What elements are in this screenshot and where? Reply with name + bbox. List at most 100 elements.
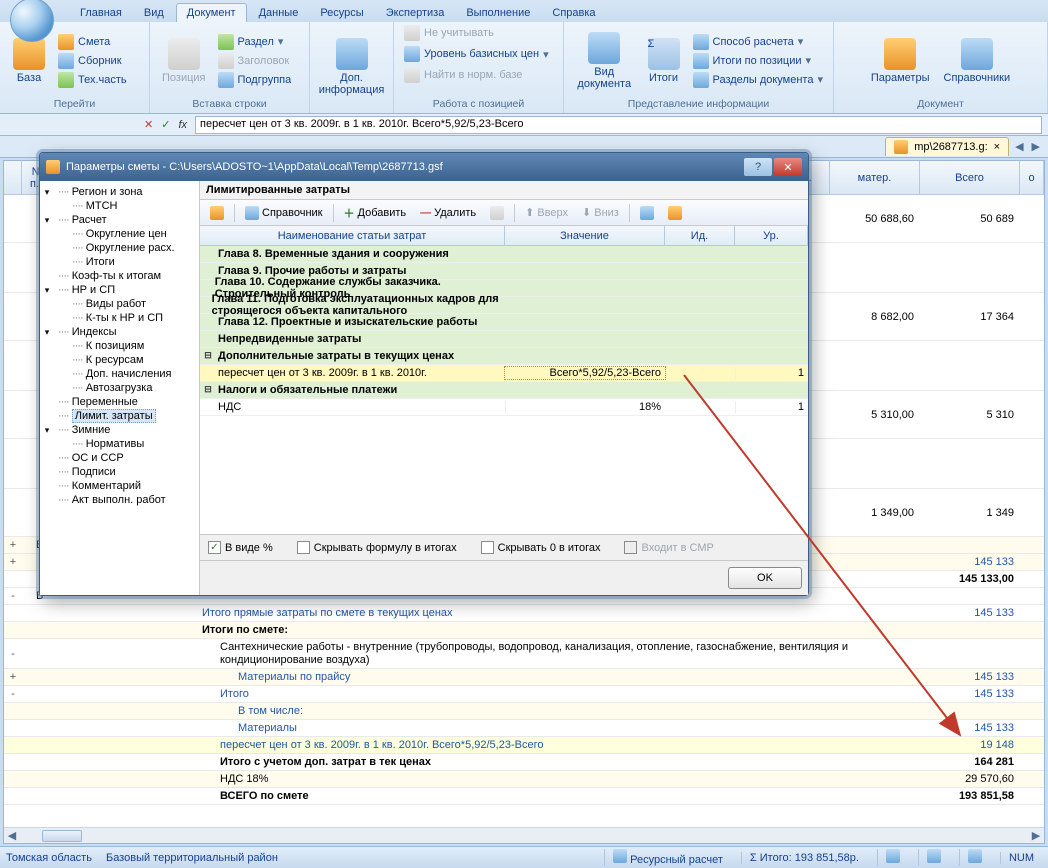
itogi-button[interactable]: ΣИтоги (641, 24, 687, 97)
viddoc-button[interactable]: Вид документа (570, 24, 639, 97)
grid-body[interactable]: Глава 8. Временные здания и сооружения Гл… (200, 246, 808, 534)
doc-tab-close-icon[interactable]: × (994, 141, 1000, 153)
params-button[interactable]: Параметры (865, 24, 936, 97)
grid-row[interactable]: пересчет цен от 3 кв. 2009г. в 1 кв. 201… (200, 365, 808, 382)
tree-node[interactable]: ···· Переменные (42, 395, 195, 409)
tab-expertise[interactable]: Экспертиза (376, 4, 455, 22)
neuchit-button[interactable]: Не учитывать (400, 24, 553, 42)
app-orb[interactable] (10, 0, 54, 42)
sbornik-button[interactable]: Сборник (54, 52, 131, 70)
grid-row[interactable]: Глава 8. Временные здания и сооружения (200, 246, 808, 263)
tree-node[interactable]: ···· МТСН (42, 199, 195, 213)
tree-node[interactable]: ···· Округление расх. (42, 241, 195, 255)
tree-node[interactable]: ▾···· Регион и зона (42, 185, 195, 199)
rdoc-button[interactable]: Разделы документа▾ (689, 71, 828, 89)
tree-node[interactable]: ···· Коэф-ты к итогам (42, 269, 195, 283)
sb-icon2[interactable] (927, 849, 941, 863)
tree-node[interactable]: ···· Нормативы (42, 437, 195, 451)
razdel-button[interactable]: Раздел▾ (214, 33, 296, 51)
tool-up[interactable]: ⬆Вверх (521, 205, 572, 220)
tree-node[interactable]: ···· К ресурсам (42, 353, 195, 367)
ubc-button[interactable]: Уровень базисных цен▾ (400, 45, 553, 63)
tree-node[interactable]: ···· Лимит. затраты (42, 409, 195, 423)
col-mater[interactable]: матер. (830, 161, 920, 194)
gcol-id[interactable]: Ид. (665, 226, 735, 245)
tool-save[interactable] (636, 205, 658, 221)
table-row[interactable]: -Итого145 133 (4, 686, 1044, 703)
chk-pct[interactable]: ✓В виде % (208, 541, 273, 554)
formula-input[interactable]: пересчет цен от 3 кв. 2009г. в 1 кв. 201… (195, 116, 1042, 134)
tool-open[interactable] (664, 205, 686, 221)
gcol-ur[interactable]: Ур. (735, 226, 808, 245)
ipoz-button[interactable]: Итоги по позиции▾ (689, 52, 828, 70)
dialog-titlebar[interactable]: Параметры сметы - C:\Users\ADOSTO~1\AppD… (40, 153, 808, 181)
grid-row[interactable]: Глава 11. Подготовка эксплуатационных ка… (200, 297, 808, 314)
podgruppa-button[interactable]: Подгруппа (214, 71, 296, 89)
dopinfo-button[interactable]: Доп. информация (316, 24, 387, 109)
chk-hidezero[interactable]: Скрывать 0 в итогах (481, 541, 601, 554)
tree-node[interactable]: ▾···· Зимние (42, 423, 195, 437)
grid-row[interactable]: ⊟Налоги и обязательные платежи (200, 382, 808, 399)
tree-node[interactable]: ···· Виды работ (42, 297, 195, 311)
tool-del[interactable]: —Удалить (416, 206, 480, 220)
tree-node[interactable]: ···· Комментарий (42, 479, 195, 493)
doc-tab[interactable]: mp\2687713.g: × (885, 137, 1009, 156)
tree-node[interactable]: ···· Округление цен (42, 227, 195, 241)
tree-node[interactable]: ···· Доп. начисления (42, 367, 195, 381)
grid-row[interactable]: НДС18%1 (200, 399, 808, 416)
tab-help[interactable]: Справка (542, 4, 605, 22)
status-terr[interactable]: Базовый территориальный район (106, 852, 278, 864)
table-row[interactable]: Итого с учетом доп. затрат в тек ценах16… (4, 754, 1044, 771)
fx-accept-icon[interactable]: ✓ (161, 118, 170, 131)
tab-view[interactable]: Вид (134, 4, 174, 22)
tree-node[interactable]: ···· Подписи (42, 465, 195, 479)
tree-node[interactable]: ▾···· НР и СП (42, 283, 195, 297)
tree-node[interactable]: ···· ОС и ССР (42, 451, 195, 465)
tree-node[interactable]: ···· Автозагрузка (42, 381, 195, 395)
tree-node[interactable]: ▾···· Расчет (42, 213, 195, 227)
params-tree[interactable]: ▾···· Регион и зона···· МТСН▾···· Расчет… (40, 181, 200, 595)
tree-node[interactable]: ···· К-ты к НР и СП (42, 311, 195, 325)
tool-edit[interactable] (486, 205, 508, 221)
status-region[interactable]: Томская область (6, 852, 92, 864)
tab-resources[interactable]: Ресурсы (310, 4, 373, 22)
tool-down[interactable]: ⬇Вниз (578, 205, 623, 220)
hscrollbar[interactable]: ◀ ▶ (4, 827, 1044, 843)
tree-node[interactable]: ···· Акт выполн. работ (42, 493, 195, 507)
sprav-button[interactable]: Справочники (938, 24, 1017, 97)
table-row[interactable]: -Сантехнические работы - внутренние (тру… (4, 639, 1044, 669)
tabs-left-icon[interactable]: ◀ (1013, 140, 1025, 153)
table-row[interactable]: НДС 18%29 570,60 (4, 771, 1044, 788)
fx-cancel-icon[interactable]: ✕ (144, 118, 153, 131)
status-calc[interactable]: Ресурсный расчет (630, 854, 723, 866)
tree-node[interactable]: ···· Итоги (42, 255, 195, 269)
dialog-close-button[interactable]: ✕ (774, 158, 802, 176)
position-button[interactable]: Позиция (156, 24, 212, 97)
ok-button[interactable]: OK (728, 567, 802, 589)
gcol-val[interactable]: Значение (505, 226, 665, 245)
table-row[interactable]: Итоги по смете: (4, 622, 1044, 639)
chk-smr[interactable]: Входит в СМР (624, 541, 713, 554)
gcol-name[interactable]: Наименование статьи затрат (200, 226, 505, 245)
sb-icon1[interactable] (886, 849, 900, 863)
tree-node[interactable]: ▾···· Индексы (42, 325, 195, 339)
col-total[interactable]: Всего (920, 161, 1020, 194)
tree-node[interactable]: ···· К позициям (42, 339, 195, 353)
grid-row[interactable]: Глава 12. Проектные и изыскательские раб… (200, 314, 808, 331)
dialog-help-button[interactable]: ? (744, 158, 772, 176)
table-row[interactable]: Материалы145 133 (4, 720, 1044, 737)
table-row[interactable]: +Материалы по прайсу145 133 (4, 669, 1044, 686)
table-row[interactable]: Итого прямые затраты по смете в текущих … (4, 605, 1044, 622)
table-row[interactable]: В том числе: (4, 703, 1044, 720)
chk-hideformula[interactable]: Скрывать формулу в итогах (297, 541, 457, 554)
tab-document[interactable]: Документ (176, 3, 247, 22)
sposob-button[interactable]: Способ расчета▾ (689, 33, 828, 51)
tech-button[interactable]: Тех.часть (54, 71, 131, 89)
smeta-button[interactable]: Смета (54, 33, 131, 51)
tool-sprav[interactable]: Справочник (241, 205, 327, 221)
scroll-right-icon[interactable]: ▶ (1028, 829, 1044, 842)
table-row[interactable]: ВСЕГО по смете193 851,58 (4, 788, 1044, 805)
fx-icon[interactable]: fx (178, 119, 187, 131)
col-o[interactable]: о (1020, 161, 1044, 194)
table-row[interactable]: пересчет цен от 3 кв. 2009г. в 1 кв. 201… (4, 737, 1044, 754)
